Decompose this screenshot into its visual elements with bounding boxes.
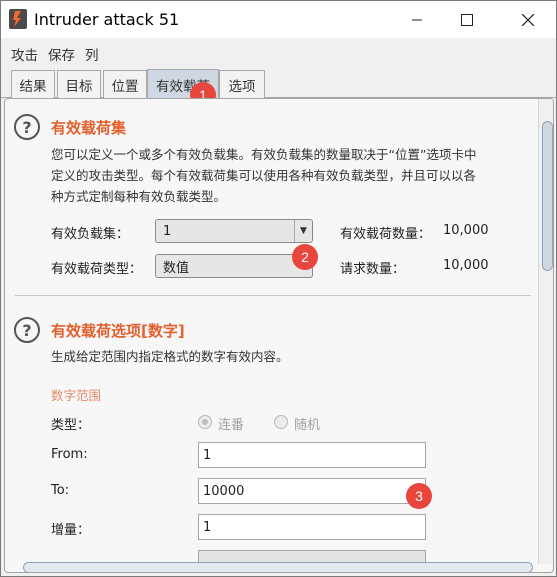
window-title: Intruder attack 51 — [34, 10, 180, 29]
to-input[interactable]: 10000 — [198, 478, 426, 504]
number-type-label: 类型： — [51, 418, 91, 433]
menu-columns[interactable]: 列 — [85, 44, 99, 64]
from-label: From: — [51, 447, 88, 462]
payload-type-value: 数值 — [163, 260, 190, 276]
title-bar: Intruder attack 51 — [1, 1, 556, 38]
tab-positions[interactable]: 位置 — [103, 70, 147, 98]
payload-count-value: 10,000 — [443, 223, 489, 238]
payload-set-label: 有效负载集： — [51, 227, 130, 242]
step-input[interactable]: 1 — [198, 514, 426, 540]
horizontal-scrollbar[interactable] — [23, 562, 533, 572]
from-input[interactable]: 1 — [198, 442, 426, 468]
help-icon[interactable]: ? — [14, 317, 40, 343]
annotation-badge-2: 2 — [292, 244, 318, 270]
description-line: 种方式定制每种有效负载类型。 — [51, 189, 227, 204]
intruder-attack-window: Intruder attack 51 攻击 保存 列 结果 目标 位置 有效载荷… — [0, 0, 557, 577]
step-label: 增量： — [51, 523, 91, 538]
payload-sets-title: 有效载荷集 — [51, 119, 127, 137]
close-icon[interactable] — [505, 1, 551, 38]
dropdown-arrow-icon[interactable]: ▼ — [294, 220, 312, 242]
tab-options[interactable]: 选项 — [219, 70, 265, 98]
payloads-panel: ? 有效载荷集 您可以定义一个或多个有效负载集。有效负载集的数量取决于“位置”选… — [4, 98, 554, 573]
payload-set-value: 1 — [163, 223, 172, 239]
payload-type-select[interactable]: 数值 — [155, 254, 313, 278]
annotation-badge-3: 3 — [406, 483, 432, 509]
help-icon[interactable]: ? — [14, 114, 40, 140]
payload-options-title: 有效载荷选项[数字] — [51, 322, 185, 340]
description-line: 定义的攻击类型。每个有效载荷集可以使用各种有效负载类型，并且可以以各 — [51, 168, 477, 183]
maximize-icon[interactable] — [444, 1, 490, 38]
payload-type-label: 有效载荷类型： — [51, 262, 143, 277]
request-count-value: 10,000 — [443, 258, 489, 273]
to-label: To: — [51, 483, 70, 498]
scrollbar-thumb[interactable] — [542, 121, 553, 271]
payload-count-label: 有效载荷数量： — [340, 227, 432, 242]
request-count-label: 请求数量： — [340, 262, 406, 277]
tab-results[interactable]: 结果 — [11, 70, 55, 98]
radio-random[interactable] — [274, 415, 288, 429]
menu-bar: 攻击 保存 列 — [1, 38, 556, 66]
payload-sets-description: 您可以定义一个或多个有效负载集。有效负载集的数量取决于“位置”选项卡中 定义的攻… — [51, 144, 476, 207]
radio-random-label: 随机 — [294, 418, 321, 433]
description-line: 您可以定义一个或多个有效负载集。有效负载集的数量取决于“位置”选项卡中 — [51, 147, 477, 162]
vertical-scrollbar[interactable] — [538, 99, 553, 564]
number-range-heading: 数字范围 — [51, 388, 102, 403]
menu-attack[interactable]: 攻击 — [11, 44, 38, 64]
radio-sequential[interactable] — [198, 415, 212, 429]
radio-sequential-label: 连番 — [218, 418, 245, 433]
tab-target[interactable]: 目标 — [57, 70, 101, 98]
section-divider — [15, 295, 531, 296]
minimize-icon[interactable] — [394, 1, 440, 38]
tab-bar: 结果 目标 位置 有效载荷 选项 — [1, 66, 556, 99]
payload-set-select[interactable]: 1 ▼ — [155, 219, 313, 243]
burp-app-icon — [9, 9, 27, 29]
menu-save[interactable]: 保存 — [48, 44, 75, 64]
payload-options-description: 生成给定范围内指定格式的数字有效内容。 — [51, 349, 289, 364]
